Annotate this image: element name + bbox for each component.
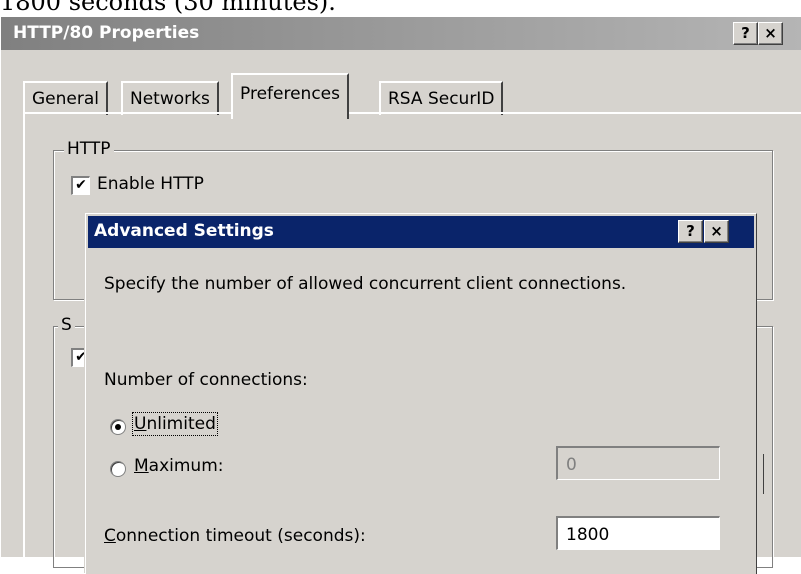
- connections-label: Number of connections:: [104, 370, 308, 390]
- properties-close-button[interactable]: ×: [758, 22, 783, 45]
- maximum-connections-input[interactable]: 0: [556, 446, 720, 480]
- scroll-edge: [763, 454, 764, 494]
- maximum-label[interactable]: Maximum:: [134, 456, 224, 476]
- unlimited-label[interactable]: Unlimited: [132, 412, 218, 436]
- document-caption: 1800 seconds (30 minutes).: [0, 0, 336, 16]
- advanced-title: Advanced Settings: [94, 221, 274, 241]
- advanced-settings-dialog: Advanced Settings ? × Specify the number…: [85, 213, 757, 574]
- tab-general[interactable]: General: [23, 81, 108, 115]
- advanced-close-button[interactable]: ×: [704, 220, 729, 243]
- properties-titlebar[interactable]: HTTP/80 Properties ? ×: [1, 17, 801, 50]
- unlimited-radio[interactable]: [110, 419, 126, 435]
- advanced-help-button[interactable]: ?: [678, 220, 703, 243]
- enable-http-checkbox[interactable]: ✔: [71, 176, 90, 195]
- tab-preferences[interactable]: Preferences: [231, 73, 349, 119]
- tab-rsa-securid[interactable]: RSA SecurID: [379, 81, 504, 115]
- http-group-label: HTTP: [64, 139, 114, 159]
- advanced-description: Specify the number of allowed concurrent…: [104, 274, 627, 294]
- second-group-label: S: [58, 315, 75, 335]
- connection-timeout-input[interactable]: 1800: [556, 516, 720, 550]
- properties-title: HTTP/80 Properties: [13, 23, 200, 43]
- tab-networks[interactable]: Networks: [121, 81, 219, 115]
- maximum-radio[interactable]: [110, 461, 126, 477]
- properties-help-button[interactable]: ?: [733, 22, 758, 45]
- enable-http-label: Enable HTTP: [97, 174, 204, 194]
- properties-dialog: HTTP/80 Properties ? × General Networks …: [0, 16, 801, 574]
- timeout-label: Connection timeout (seconds):: [104, 526, 366, 546]
- advanced-titlebar[interactable]: Advanced Settings ? ×: [88, 216, 754, 248]
